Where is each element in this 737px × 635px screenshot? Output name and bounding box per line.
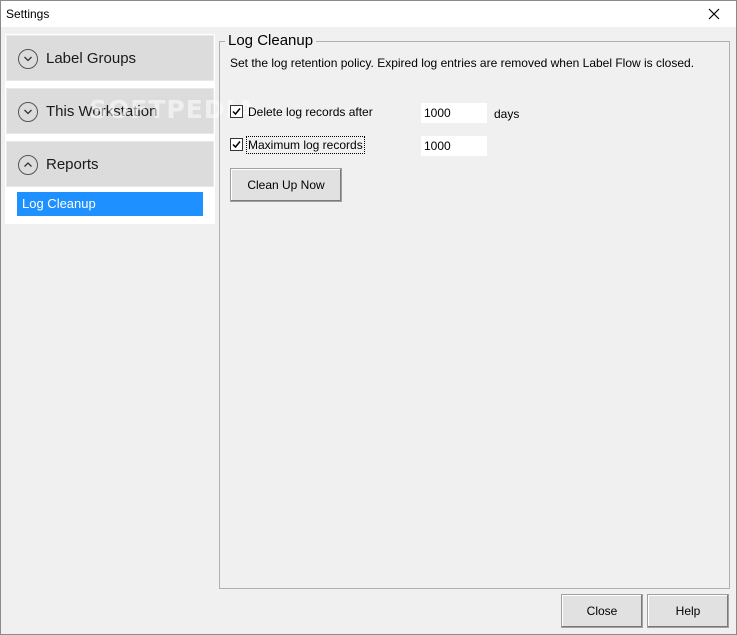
log-cleanup-groupbox (219, 41, 730, 589)
close-icon (708, 8, 720, 20)
max-records-label[interactable]: Maximum log records (246, 136, 365, 154)
checkmark-icon (232, 108, 241, 116)
nav-item-log-cleanup[interactable]: Log Cleanup (17, 192, 203, 216)
chevron-down-icon (18, 49, 38, 69)
panel-description: Set the log retention policy. Expired lo… (230, 56, 695, 70)
max-records-checkbox[interactable] (230, 138, 243, 151)
panel-title: Log Cleanup (225, 32, 317, 49)
delete-after-checkbox[interactable] (230, 105, 243, 118)
checkmark-icon (232, 141, 241, 149)
nav-group-label: Label Groups (46, 50, 137, 67)
days-unit-label: days (494, 107, 520, 121)
nav-group-label-groups[interactable]: Label Groups (6, 35, 214, 81)
help-button[interactable]: Help (647, 594, 729, 628)
max-records-input[interactable]: 1000 (421, 136, 487, 156)
settings-window: Settings Label Groups This Workstation R… (0, 0, 737, 635)
close-button[interactable]: Close (561, 594, 643, 628)
nav-group-label: Reports (46, 156, 99, 173)
nav-group-reports[interactable]: Reports (6, 141, 214, 187)
close-window-button[interactable] (692, 1, 736, 27)
window-title: Settings (6, 7, 50, 21)
delete-after-label[interactable]: Delete log records after (248, 105, 373, 119)
chevron-down-icon (18, 102, 38, 122)
title-bar: Settings (1, 1, 736, 27)
chevron-up-icon (18, 155, 38, 175)
delete-after-days-input[interactable]: 1000 (421, 103, 487, 123)
clean-up-now-button[interactable]: Clean Up Now (230, 168, 342, 202)
